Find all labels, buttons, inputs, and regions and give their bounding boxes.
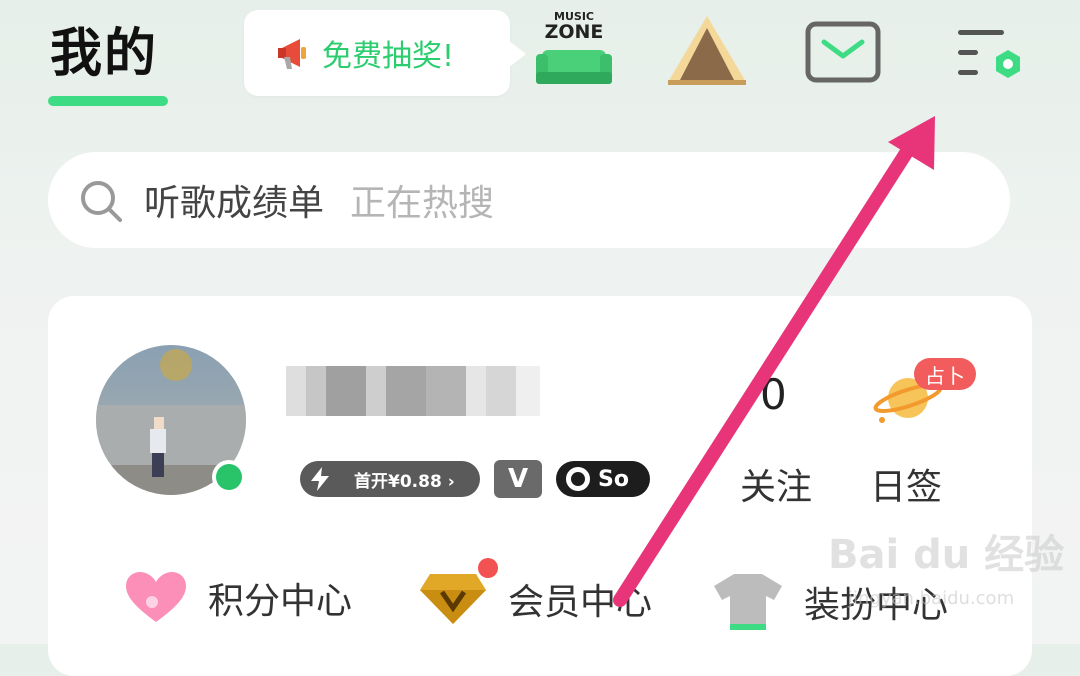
svip-ring-icon — [566, 467, 590, 491]
vip-center-label: 会员中心 — [508, 582, 653, 623]
lightning-icon — [300, 461, 340, 497]
vip-pill-label: 首开¥0.88 › — [354, 471, 455, 492]
baidu-watermark-url: jingyan.baidu.com — [848, 588, 1015, 609]
v-badge-icon[interactable]: V — [494, 460, 542, 498]
svg-text:ZONE: ZONE — [545, 21, 604, 43]
search-bar[interactable]: 听歌成绩单 正在热搜 — [48, 152, 1010, 248]
svip-label: So — [598, 466, 629, 492]
divination-tag[interactable]: 占卜 — [914, 358, 976, 390]
checkin-label[interactable]: 日签 — [870, 458, 942, 510]
lottery-promo-text: 免费抽奖! — [322, 39, 455, 74]
svip-badge[interactable]: So — [556, 461, 650, 497]
points-center-label: 积分中心 — [208, 581, 353, 622]
menu-points-center[interactable]: 积分中心 — [124, 570, 352, 626]
search-query-text: 听歌成绩单 — [144, 183, 325, 224]
tent-icon — [668, 16, 746, 85]
follow-count[interactable]: 0 — [760, 370, 787, 419]
megaphone-icon — [274, 33, 314, 73]
search-icon — [78, 178, 124, 224]
menu-vip-center[interactable]: 会员中心 — [418, 572, 652, 626]
baidu-watermark: Bai du 经验 — [828, 532, 1065, 578]
music-zone-button[interactable]: MUSIC ZONE — [532, 6, 616, 88]
tshirt-icon — [712, 572, 784, 632]
diamond-icon — [418, 572, 488, 626]
heart-icon — [124, 570, 188, 626]
mail-icon — [805, 21, 881, 83]
vip-first-open-pill[interactable]: 首开¥0.88 › — [300, 461, 480, 497]
title-underline — [48, 96, 168, 106]
music-zone-icon: MUSIC ZONE — [536, 10, 612, 84]
vip-center-notification-dot — [478, 558, 498, 578]
search-hot-hint: 正在热搜 — [350, 183, 495, 224]
settings-menu-button[interactable] — [952, 22, 1028, 86]
follow-label[interactable]: 关注 — [740, 458, 812, 510]
wechat-badge-icon — [212, 460, 246, 494]
tent-button[interactable] — [664, 14, 750, 86]
page-title: 我的 — [50, 24, 159, 84]
lottery-promo-bubble[interactable]: 免费抽奖! — [244, 10, 526, 96]
messages-button[interactable] — [804, 20, 882, 84]
username-blurred — [286, 366, 540, 416]
menu-settings-icon — [958, 30, 1020, 78]
